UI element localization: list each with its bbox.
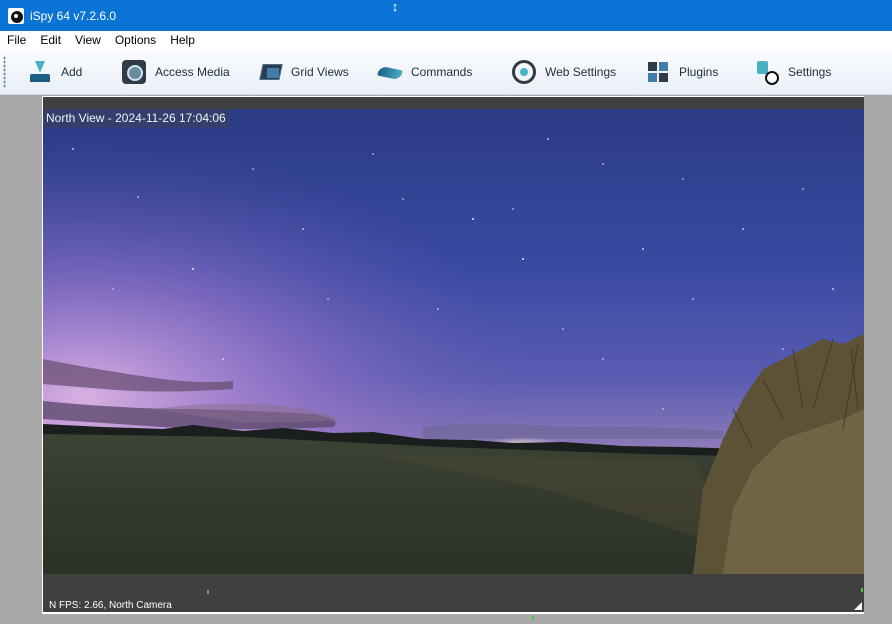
add-label: Add [61, 65, 83, 79]
settings-button[interactable]: Settings [755, 50, 845, 94]
window-title: iSpy 64 v7.2.6.0 [30, 8, 117, 23]
plugins-button[interactable]: Plugins [646, 50, 755, 94]
settings-label: Settings [788, 65, 832, 79]
grid-views-button[interactable]: Grid Views [258, 50, 378, 94]
settings-icon [755, 60, 779, 85]
grid-background [42, 614, 864, 624]
camera-feed-image[interactable] [43, 109, 864, 574]
toolbar-grip[interactable] [3, 56, 6, 88]
activity-marker [861, 588, 863, 592]
camera-caption: North View - 2024-11-26 17:04:06 [43, 109, 230, 128]
plugins-label: Plugins [679, 65, 719, 79]
grid-views-label: Grid Views [291, 65, 349, 79]
access-media-label: Access Media [155, 65, 230, 79]
web-settings-icon [512, 60, 536, 84]
camera-status-bar: N FPS: 2.66, North Camera [43, 574, 864, 612]
menu-bar: File Edit View Options Help [0, 31, 892, 50]
access-media-icon [122, 60, 146, 84]
activity-marker [532, 616, 534, 620]
add-button[interactable]: Add [28, 50, 122, 94]
menu-help[interactable]: Help [163, 31, 202, 50]
title-bar: iSpy 64 v7.2.6.0 [0, 0, 892, 31]
grid-views-icon [258, 60, 282, 84]
commands-button[interactable]: Commands [378, 50, 512, 94]
access-media-button[interactable]: Access Media [122, 50, 258, 94]
camera-header-bar [43, 97, 864, 109]
toolbar: Add Access Media Grid Views Commands Web… [0, 50, 892, 95]
web-settings-label: Web Settings [545, 65, 617, 79]
menu-view[interactable]: View [68, 31, 108, 50]
add-camera-icon [28, 60, 52, 84]
night-sky-landscape [43, 109, 864, 574]
commands-label: Commands [411, 65, 473, 79]
web-settings-button[interactable]: Web Settings [512, 50, 646, 94]
commands-icon [378, 60, 402, 84]
activity-marker [207, 590, 209, 594]
menu-edit[interactable]: Edit [33, 31, 68, 50]
camera-status-text: N FPS: 2.66, North Camera [49, 600, 172, 611]
resize-grip-icon[interactable] [854, 602, 862, 610]
plugins-icon [646, 60, 670, 84]
resize-cursor-icon: ↕ [391, 0, 399, 14]
menu-file[interactable]: File [0, 31, 33, 50]
camera-panel[interactable]: North View - 2024-11-26 17:04:06 N FPS: … [42, 96, 864, 614]
menu-options[interactable]: Options [108, 31, 163, 50]
ispy-eye-icon [8, 7, 24, 24]
